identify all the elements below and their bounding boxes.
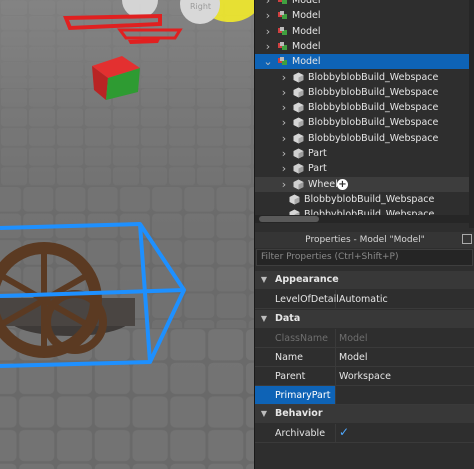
explorer-item[interactable]: › Part: [255, 161, 474, 176]
model-icon: [277, 56, 288, 67]
property-row-primarypart[interactable]: PrimaryPart: [255, 386, 474, 405]
explorer-item-label: BlobbyblobBuild_Webspace: [308, 102, 439, 113]
section-title: Appearance: [275, 274, 339, 285]
explorer-item[interactable]: › BlobbyblobBuild_Webspace: [255, 85, 474, 100]
model-icon: [277, 26, 288, 37]
chevron-right-icon[interactable]: ›: [263, 0, 273, 8]
section-title: Data: [275, 313, 301, 324]
chevron-right-icon[interactable]: ›: [263, 39, 273, 54]
dock-icon[interactable]: [462, 234, 472, 244]
chevron-down-icon: ▼: [260, 409, 268, 418]
add-object-icon[interactable]: +: [337, 179, 348, 190]
explorer-tree: › Model › Model › Model › Model ⌄ Model › Blobbyblo…: [255, 0, 474, 228]
explorer-item-label: Part: [308, 163, 327, 174]
explorer-item-label: Model: [292, 56, 321, 67]
explorer-scroll-thumb[interactable]: [259, 216, 319, 222]
explorer-item[interactable]: › Model: [255, 8, 474, 23]
chevron-right-icon[interactable]: ›: [279, 70, 289, 85]
explorer-item-label: Part: [308, 148, 327, 159]
filter-properties-input[interactable]: Filter Properties (Ctrl+Shift+P): [256, 249, 473, 266]
section-behavior[interactable]: ▼ Behavior: [255, 405, 474, 423]
explorer-item[interactable]: › Part: [255, 146, 474, 161]
chevron-right-icon[interactable]: ›: [279, 161, 289, 176]
chevron-down-icon[interactable]: ⌄: [263, 54, 273, 69]
chevron-right-icon[interactable]: ›: [279, 146, 289, 161]
property-row-archivable[interactable]: Archivable ✓: [255, 424, 474, 443]
explorer-item-label: Wheel: [308, 179, 338, 190]
property-row-levelofdetail[interactable]: LevelOfDetail Automatic: [255, 290, 474, 309]
explorer-item-label: BlobbyblobBuild_Webspace: [308, 117, 439, 128]
chevron-right-icon[interactable]: ›: [279, 177, 289, 192]
explorer-item[interactable]: › BlobbyblobBuild_Webspace: [255, 70, 474, 85]
explorer-item[interactable]: ⌄ Model: [255, 54, 474, 69]
property-name: LevelOfDetail: [255, 290, 339, 308]
part-icon: [293, 179, 304, 190]
explorer-item[interactable]: › BlobbyblobBuild_Webspace: [255, 131, 474, 146]
property-row-classname: ClassName Model: [255, 329, 474, 348]
mesh-icon: [293, 133, 304, 144]
explorer-item-label: BlobbyblobBuild_Webspace: [308, 87, 439, 98]
explorer-item[interactable]: › Model: [255, 0, 474, 8]
explorer-item[interactable]: BlobbyblobBuild_Webspace: [255, 192, 474, 207]
property-value[interactable]: Workspace: [339, 367, 391, 386]
mesh-icon: [293, 117, 304, 128]
explorer-item-label: Model: [292, 26, 321, 37]
chevron-right-icon[interactable]: ›: [279, 115, 289, 130]
model-icon: [277, 10, 288, 21]
section-data[interactable]: ▼ Data: [255, 310, 474, 328]
explorer-item[interactable]: › BlobbyblobBuild_Webspace: [255, 100, 474, 115]
explorer-horizontal-scrollbar[interactable]: [255, 215, 469, 223]
chevron-right-icon[interactable]: ›: [279, 131, 289, 146]
mesh-icon: [293, 102, 304, 113]
3d-viewport[interactable]: Right: [0, 0, 254, 469]
section-appearance[interactable]: ▼ Appearance: [255, 271, 474, 289]
property-value[interactable]: Model: [339, 348, 368, 367]
mesh-icon: [293, 72, 304, 83]
properties-title: Properties - Model "Model": [255, 232, 474, 248]
property-name: PrimaryPart: [255, 386, 336, 404]
explorer-item[interactable]: › Wheel +: [255, 177, 474, 192]
explorer-item-label: Model: [292, 10, 321, 21]
part-icon: [293, 148, 304, 159]
model-icon: [277, 0, 288, 6]
studio-side-panel: › Model › Model › Model › Model ⌄ Model › Blobbyblo…: [254, 0, 474, 469]
explorer-item[interactable]: › Model: [255, 39, 474, 54]
viewport-scene: Right: [0, 0, 254, 469]
property-name: Parent: [255, 367, 336, 385]
chevron-right-icon[interactable]: ›: [263, 8, 273, 23]
part-icon: [293, 163, 304, 174]
chevron-right-icon[interactable]: ›: [279, 100, 289, 115]
explorer-item[interactable]: › BlobbyblobBuild_Webspace: [255, 115, 474, 130]
chevron-right-icon[interactable]: ›: [263, 24, 273, 39]
explorer-item[interactable]: › Model: [255, 24, 474, 39]
chevron-right-icon[interactable]: ›: [279, 85, 289, 100]
mesh-icon: [293, 87, 304, 98]
explorer-item-label: BlobbyblobBuild_Webspace: [304, 194, 435, 205]
property-name: Name: [255, 348, 336, 366]
section-title: Behavior: [275, 408, 323, 419]
model-icon: [277, 41, 288, 52]
explorer-item-label: BlobbyblobBuild_Webspace: [308, 72, 439, 83]
explorer-item-label: Model: [292, 41, 321, 52]
chevron-down-icon: ▼: [260, 275, 268, 284]
mesh-icon: [289, 194, 300, 205]
property-value[interactable]: Automatic: [339, 290, 388, 309]
checkmark-icon[interactable]: ✓: [339, 426, 352, 439]
property-name: ClassName: [255, 329, 336, 347]
camera-label: Right: [190, 2, 211, 11]
property-name: Archivable: [255, 424, 336, 442]
chevron-down-icon: ▼: [260, 314, 268, 323]
explorer-vertical-scrollbar[interactable]: [469, 0, 474, 228]
property-row-name[interactable]: Name Model: [255, 348, 474, 367]
explorer-item-label: BlobbyblobBuild_Webspace: [308, 133, 439, 144]
property-value: Model: [339, 333, 368, 344]
explorer-item-label: Model: [292, 0, 321, 6]
property-row-parent[interactable]: Parent Workspace: [255, 367, 474, 386]
